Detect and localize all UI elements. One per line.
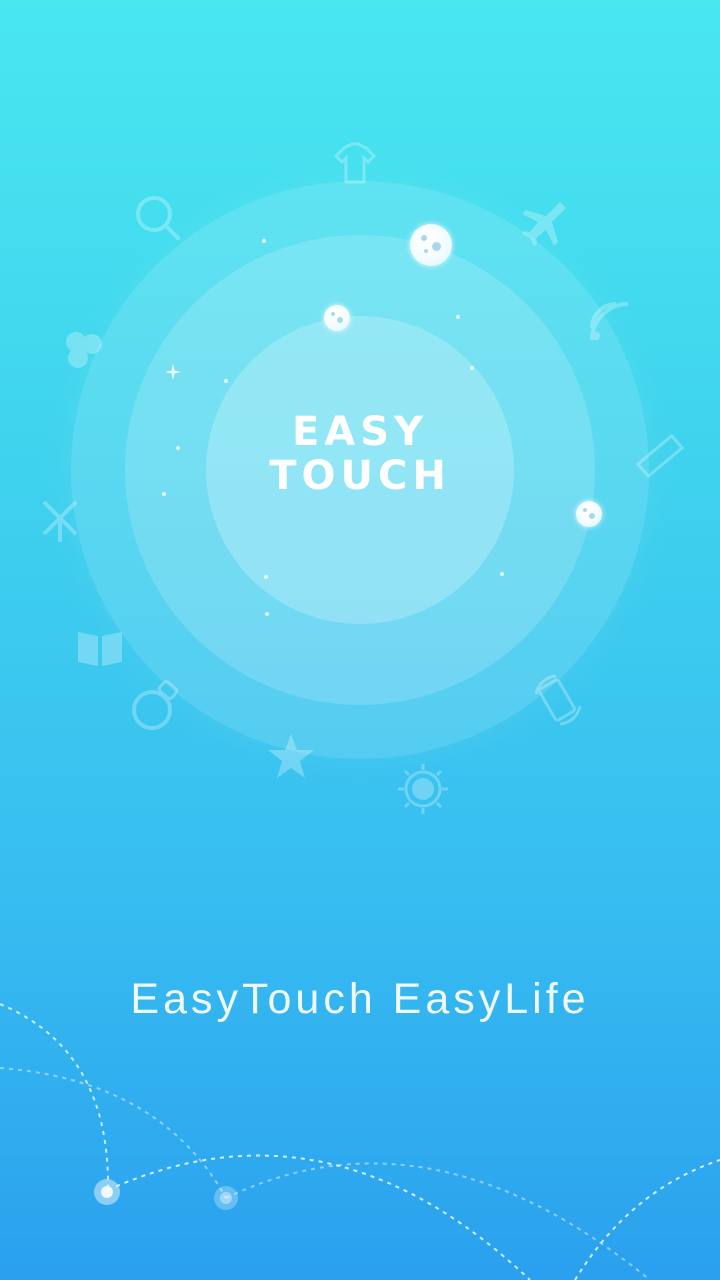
sparkle [456, 315, 460, 319]
sparkle [262, 239, 266, 243]
sun-icon [398, 764, 448, 814]
sparkle [265, 612, 269, 616]
orbit-node [94, 1179, 120, 1205]
logo-line-2: TOUCH [269, 453, 451, 499]
orbit-lines [0, 1003, 720, 1280]
sparkle [470, 366, 474, 370]
planet-small [324, 305, 350, 331]
sparkle [500, 572, 504, 576]
splash-screen: EASY TOUCH EasyTouch EasyLife [0, 0, 720, 1280]
planet-medium [576, 501, 602, 527]
sparkle [264, 575, 268, 579]
sparkle [162, 492, 166, 496]
planet-large [410, 224, 452, 266]
orbit-node [214, 1186, 238, 1210]
logo-line-1: EASY [291, 409, 429, 455]
sparkle [176, 446, 180, 450]
sparkle [224, 379, 228, 383]
book-icon [78, 632, 122, 666]
star-sparkle-icon [165, 364, 181, 380]
search-icon [136, 196, 180, 240]
app-logo: EASY TOUCH [206, 410, 514, 498]
